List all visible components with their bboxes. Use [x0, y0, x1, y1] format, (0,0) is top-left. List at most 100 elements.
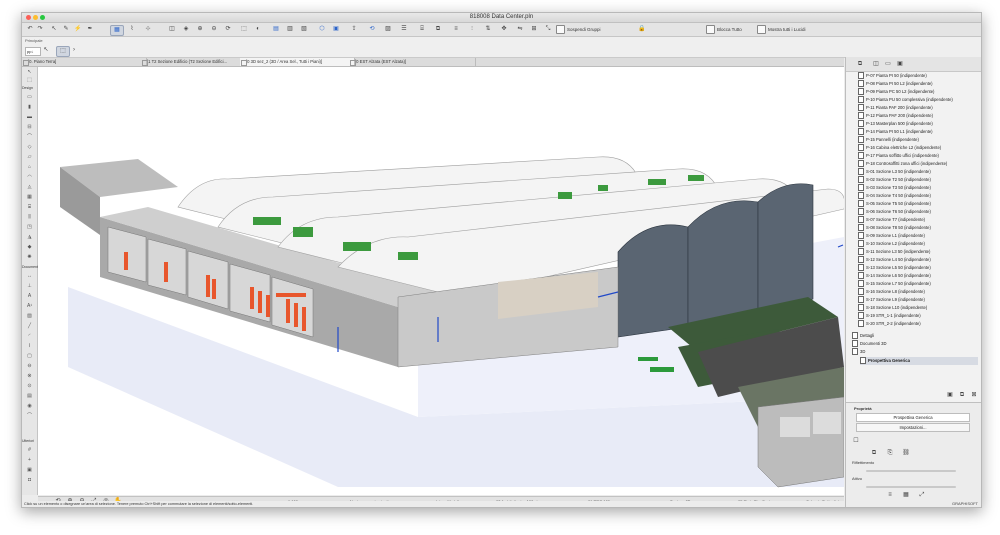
selected-perspective-item[interactable]: Prospettiva Generica: [860, 357, 978, 365]
drawing-tool-icon[interactable]: ▢: [25, 353, 34, 359]
list-item[interactable]: P-07 Pianta PI 50 (indipendente): [858, 72, 927, 80]
list-item[interactable]: S-20 STR_2-2 (indipendente): [858, 320, 921, 328]
tab-3d-sez[interactable]: [0 3D sez_2 (3D / Area Sel., Tutti i Pia…: [240, 58, 355, 66]
list-item[interactable]: P-08 Pianta PI 50 L2 (indipendente): [858, 80, 933, 88]
lock-all-button[interactable]: Blocca Tutto: [706, 25, 742, 35]
list-item[interactable]: P-11 Pianta PAF 200 (indipendente): [858, 104, 933, 112]
list-item[interactable]: S-06 Sezione T6 50 (indipendente): [858, 208, 931, 216]
arrow-tool-icon[interactable]: ↖: [25, 69, 34, 75]
mirror-icon[interactable]: ⇋: [516, 25, 524, 34]
distribute-icon[interactable]: ⫶: [468, 25, 476, 34]
text-tool-icon[interactable]: A: [25, 293, 34, 299]
3d-viewport[interactable]: [38, 67, 844, 495]
shell-tool-icon[interactable]: ◠: [25, 174, 34, 180]
layers-icon[interactable]: ☰: [400, 25, 408, 34]
settings-button[interactable]: Impostazioni...: [856, 423, 970, 432]
mesh-tool-icon[interactable]: ◮: [25, 234, 34, 240]
tab-piano-terra[interactable]: [0. Piano Terra]: [22, 58, 147, 66]
3d-window-icon[interactable]: ⬡: [318, 25, 326, 34]
teamwork-icon[interactable]: ⟲: [368, 25, 376, 34]
view-map-icon[interactable]: ◫: [872, 60, 880, 69]
guide-line-icon[interactable]: ⌇: [128, 25, 136, 34]
list-item[interactable]: S-02 Sezione T2 50 (indipendente): [858, 176, 931, 184]
folder-documenti-3d[interactable]: Documenti 3D: [852, 340, 887, 348]
settings-icon[interactable]: ▣: [946, 391, 954, 400]
detail-tool-icon[interactable]: ◉: [25, 403, 34, 409]
wall-tool-icon[interactable]: ▭: [25, 94, 34, 100]
folder-dettagli[interactable]: Dettagli: [852, 332, 874, 340]
show-all-layers-button[interactable]: Mostra tutti i Lucidi: [757, 25, 806, 35]
slab-tool-icon[interactable]: ▱: [25, 154, 34, 160]
section-icon[interactable]: ▥: [286, 25, 294, 34]
roof-tool-icon[interactable]: ⌂: [25, 164, 34, 170]
list-item[interactable]: P-14 Pianta PI 50 L1 (indipendente): [858, 128, 933, 136]
morph-tool-icon[interactable]: ◆: [25, 244, 34, 250]
list-item[interactable]: S-04 Sezione T4 50 (indipendente): [858, 192, 931, 200]
fill-tool-icon[interactable]: ▨: [25, 313, 34, 319]
stair-icon[interactable]: ⌸: [418, 25, 426, 34]
zoom-out-icon[interactable]: ⊖: [210, 25, 218, 34]
change-tool-icon[interactable]: ⌒: [25, 413, 34, 419]
list-item[interactable]: S-18 Sezione L10 (indipendente): [858, 304, 927, 312]
eyedropper-icon[interactable]: ✒: [86, 25, 94, 34]
project-map-icon[interactable]: ⧉: [856, 60, 864, 69]
active-slider[interactable]: [866, 486, 956, 488]
stair-tool-icon[interactable]: ⌸: [25, 204, 34, 210]
render-icon[interactable]: ◐: [254, 25, 262, 34]
publisher-sets-icon[interactable]: ▣: [896, 60, 904, 69]
list-item[interactable]: S-13 Sezione L5 50 (indipendente): [858, 264, 931, 272]
list-item[interactable]: S-15 Sezione L7 50 (indipendente): [858, 280, 931, 288]
snap-point-icon[interactable]: ⊹: [144, 25, 152, 34]
list-item[interactable]: S-07 Sezione T7 (indipendente): [858, 216, 925, 224]
link-icon[interactable]: ⛓: [902, 449, 910, 458]
level-dim-tool-icon[interactable]: ⊥: [25, 283, 34, 289]
list-item[interactable]: P-18 Controsoffitti zona uffici (indipen…: [858, 160, 947, 168]
figure-tool-icon[interactable]: ▣: [25, 467, 34, 473]
skylight-tool-icon[interactable]: ◬: [25, 184, 34, 190]
lamp-tool-icon[interactable]: ✺: [25, 254, 34, 260]
interior-elev-tool-icon[interactable]: ⊙: [25, 383, 34, 389]
marquee-tool-icon[interactable]: ⬚: [56, 46, 70, 57]
expand-icon[interactable]: ⤢: [918, 491, 926, 500]
reflection-slider[interactable]: [866, 470, 956, 472]
section-tool-icon[interactable]: ⊖: [25, 363, 34, 369]
worksheet-tool-icon[interactable]: ▤: [25, 393, 34, 399]
arrow-select-icon[interactable]: ↖: [50, 25, 58, 34]
list-item[interactable]: P-16 Cabina elettriche L2 (indipendente): [858, 144, 941, 152]
object-tool-icon[interactable]: ◇: [25, 144, 34, 150]
dimension-tool-icon[interactable]: ↔: [25, 273, 34, 279]
checkbox-icon[interactable]: ☐: [852, 437, 860, 446]
tab-sezione-edificio[interactable]: [1 T2 Sezione Edificio (T2 Sezione Edifi…: [141, 58, 246, 66]
list-item[interactable]: S-08 Sezione T8 50 (indipendente): [858, 224, 931, 232]
list-item[interactable]: P-13 Masterplan 500 (indipendente): [858, 120, 933, 128]
copy-icon[interactable]: ⎘: [886, 449, 894, 458]
list-item[interactable]: S-19 STR_1-1 (indipendente): [858, 312, 921, 320]
list-item[interactable]: S-10 Sezione L2 (indipendente): [858, 240, 925, 248]
list-item[interactable]: S-14 Sezione L6 50 (indipendente): [858, 272, 931, 280]
elevation-tool-icon[interactable]: ⊗: [25, 373, 34, 379]
list-item[interactable]: P-09 Pianta PC 50 L2 (indipendente): [858, 88, 934, 96]
label-tool-icon[interactable]: A¹: [25, 303, 34, 309]
clone-icon[interactable]: ⧉: [870, 449, 878, 458]
clone-folder-icon[interactable]: ⧉: [958, 391, 966, 400]
tab-est-alzata[interactable]: [0 EST Alzata (EST Alzata)]: [349, 58, 476, 66]
list-item[interactable]: P-12 Pianta PAF 200 (indipendente): [858, 112, 933, 120]
align-icon[interactable]: ≡: [886, 491, 894, 500]
arc-tool-icon[interactable]: ◜: [25, 333, 34, 339]
move-icon[interactable]: ✥: [500, 25, 508, 34]
list-item[interactable]: P-15 Pannelli (indipendente): [858, 136, 919, 144]
group-icon[interactable]: ⧉: [434, 25, 442, 34]
chevron-right-icon[interactable]: ›: [70, 46, 78, 55]
curtain-wall-tool-icon[interactable]: ▦: [25, 194, 34, 200]
zoom-in-icon[interactable]: ⊕: [196, 25, 204, 34]
lock-icon[interactable]: 🔒: [638, 25, 646, 34]
list-item[interactable]: S-17 Sezione L9 (indipendente): [858, 296, 925, 304]
list-item[interactable]: S-11 Sezione L3 50 (indipendente): [858, 248, 930, 256]
grid-icon[interactable]: ▦: [902, 491, 910, 500]
beam-tool-icon[interactable]: ▬: [25, 114, 34, 120]
camera-tool-icon[interactable]: ◘: [25, 477, 34, 483]
align-icon[interactable]: ≡: [452, 25, 460, 34]
magic-wand-icon[interactable]: ⚡: [74, 25, 82, 34]
marquee-tool-icon[interactable]: ⬚: [25, 77, 34, 83]
zone-tool-icon[interactable]: ◳: [25, 224, 34, 230]
